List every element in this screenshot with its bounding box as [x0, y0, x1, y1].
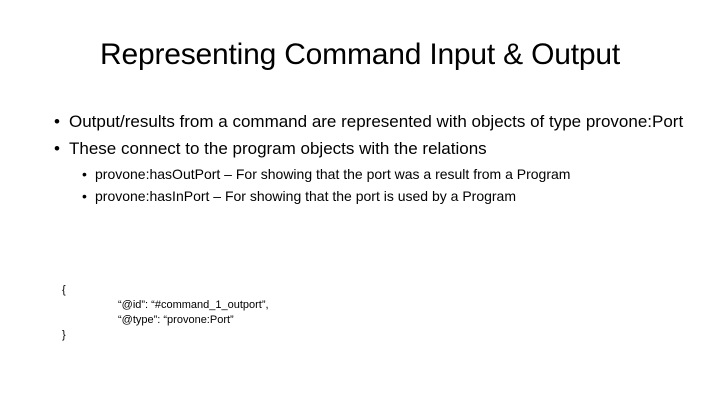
sub-bullet-marker: •: [82, 188, 87, 204]
bullet-item: • Output/results from a command are repr…: [54, 111, 694, 132]
bullet-list: • Output/results from a command are repr…: [54, 111, 694, 209]
json-code-block: { “@id”: “#command_1_outport”, “@type”: …: [62, 283, 269, 343]
sub-bullet-item: • provone:hasOutPort – For showing that …: [54, 165, 694, 184]
bullet-text: These connect to the program objects wit…: [69, 139, 487, 158]
code-line-type: “@type”: “provone:Port”: [118, 314, 234, 326]
slide: Representing Command Input & Output • Ou…: [0, 0, 720, 405]
sub-bullet-marker: •: [82, 166, 87, 182]
sub-bullet-text: provone:hasInPort – For showing that the…: [95, 188, 517, 204]
bullet-marker: •: [54, 112, 60, 131]
sub-bullet-text: provone:hasOutPort – For showing that th…: [95, 166, 571, 182]
code-open-brace: {: [62, 284, 66, 296]
bullet-marker: •: [54, 139, 60, 158]
bullet-text: Output/results from a command are repres…: [69, 112, 684, 131]
code-close-brace: }: [62, 329, 66, 341]
slide-title: Representing Command Input & Output: [100, 38, 620, 71]
sub-bullet-item: • provone:hasInPort – For showing that t…: [54, 187, 694, 206]
bullet-item: • These connect to the program objects w…: [54, 138, 694, 159]
code-line-id: “@id”: “#command_1_outport”,: [118, 299, 269, 311]
